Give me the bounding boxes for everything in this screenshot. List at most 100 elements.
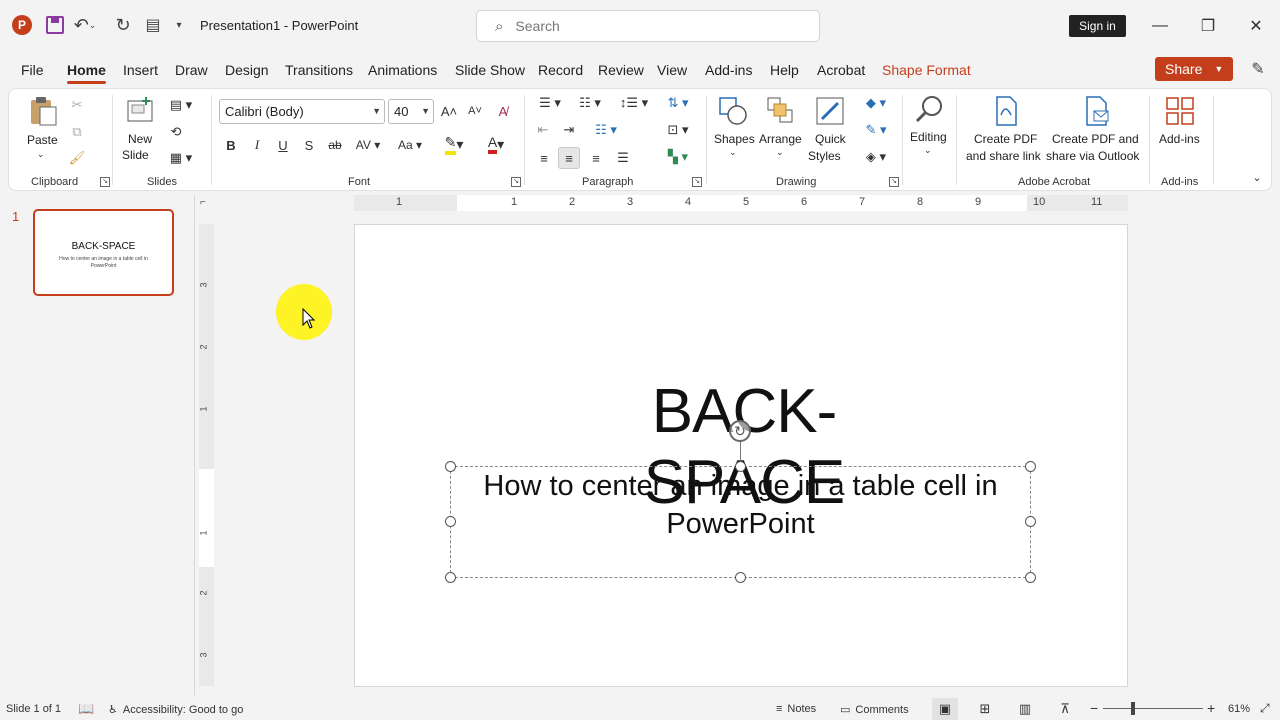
- tab-shape-format[interactable]: Shape Format: [882, 62, 971, 78]
- copy-icon[interactable]: ⧉: [67, 122, 87, 142]
- bullets-icon[interactable]: ☰ ▾: [533, 93, 567, 113]
- dialog-launcher-icon[interactable]: ↘: [692, 177, 702, 187]
- new-slide-icon[interactable]: [124, 95, 156, 127]
- resize-handle-bottom-left[interactable]: [445, 572, 456, 583]
- present-from-beginning-icon[interactable]: ▤: [142, 14, 164, 36]
- fit-to-window-icon[interactable]: ⤢: [1260, 701, 1270, 716]
- resize-handle-top-left[interactable]: [445, 461, 456, 472]
- slide-show-icon[interactable]: ⊼: [1052, 698, 1078, 720]
- tab-help[interactable]: Help: [770, 62, 799, 78]
- resize-handle-bottom[interactable]: [735, 572, 746, 583]
- slide-thumbnail[interactable]: BACK-SPACE How to center an image in a t…: [33, 209, 174, 296]
- underline-icon[interactable]: U: [273, 135, 293, 155]
- spelling-check-icon[interactable]: 📖: [78, 701, 94, 717]
- resize-handle-top[interactable]: [735, 461, 746, 472]
- dialog-launcher-icon[interactable]: ↘: [100, 177, 110, 187]
- text-shadow-icon[interactable]: S: [299, 135, 319, 155]
- resize-handle-bottom-right[interactable]: [1025, 572, 1036, 583]
- convert-to-smartart-icon[interactable]: ▚ ▾: [661, 147, 695, 167]
- highlight-color-icon[interactable]: ✎ ▾: [437, 133, 471, 155]
- customize-qat-icon[interactable]: ▾: [172, 16, 186, 34]
- notes-button[interactable]: ≡ Notes: [776, 703, 816, 715]
- tab-draw[interactable]: Draw: [175, 62, 208, 78]
- dialog-launcher-icon[interactable]: ↘: [889, 177, 899, 187]
- columns-icon[interactable]: ☷ ▾: [589, 120, 623, 140]
- vertical-ruler[interactable]: 3 2 1 1 2 3: [199, 224, 214, 686]
- pane-divider[interactable]: [194, 195, 195, 695]
- undo-icon[interactable]: ↶ ⌄: [74, 14, 97, 36]
- change-case-icon[interactable]: Aa ▾: [393, 135, 427, 155]
- font-size-select[interactable]: 40 ▼: [388, 99, 434, 124]
- strikethrough-icon[interactable]: ab: [325, 135, 345, 155]
- reset-icon[interactable]: ⟲: [166, 122, 186, 142]
- tab-animations[interactable]: Animations: [368, 62, 437, 78]
- restore-icon[interactable]: ❐: [1193, 12, 1223, 40]
- rotate-handle-icon[interactable]: ↻: [729, 420, 751, 442]
- align-text-icon[interactable]: ⊡ ▾: [661, 120, 695, 140]
- line-spacing-icon[interactable]: ↕☰ ▾: [617, 93, 651, 113]
- tab-view[interactable]: View: [657, 62, 687, 78]
- align-right-icon[interactable]: ≡: [585, 147, 607, 169]
- tab-file[interactable]: File: [21, 62, 44, 78]
- text-direction-icon[interactable]: ⇅ ▾: [661, 93, 695, 113]
- zoom-slider[interactable]: [1103, 708, 1203, 709]
- chevron-down-icon[interactable]: ⌄: [924, 145, 932, 156]
- cut-icon[interactable]: ✂: [67, 95, 87, 115]
- slide-counter[interactable]: Slide 1 of 1: [6, 703, 61, 715]
- tab-home[interactable]: Home: [67, 62, 106, 84]
- section-icon[interactable]: ▦ ▾: [166, 148, 196, 168]
- quick-styles-icon[interactable]: [814, 95, 846, 127]
- redo-icon[interactable]: ↻: [112, 14, 134, 36]
- italic-icon[interactable]: I: [247, 135, 267, 155]
- decrease-indent-icon[interactable]: ⇤: [533, 120, 553, 140]
- align-left-icon[interactable]: ≡: [533, 147, 555, 169]
- zoom-in-icon[interactable]: +: [1207, 700, 1215, 716]
- arrange-icon[interactable]: [765, 95, 797, 127]
- save-icon[interactable]: [46, 16, 64, 34]
- normal-view-icon[interactable]: ▣: [932, 698, 958, 720]
- find-icon[interactable]: [913, 93, 945, 125]
- accessibility-status[interactable]: ♿ Accessibility: Good to go: [108, 703, 243, 717]
- dialog-launcher-icon[interactable]: ↘: [511, 177, 521, 187]
- horizontal-ruler[interactable]: 1 1 2 3 4 5 6 7 8 9 10 11: [354, 195, 1128, 211]
- clear-formatting-icon[interactable]: A̸: [493, 101, 513, 121]
- comments-button[interactable]: ▭ Comments: [840, 703, 909, 717]
- collapse-ribbon-icon[interactable]: ⌄: [1249, 169, 1265, 185]
- increase-font-size-icon[interactable]: A˄: [439, 101, 459, 121]
- increase-indent-icon[interactable]: ⇥: [559, 120, 579, 140]
- tab-record[interactable]: Record: [538, 62, 583, 78]
- chevron-down-icon[interactable]: ⌄: [776, 147, 784, 158]
- zoom-slider-thumb[interactable]: [1131, 702, 1135, 715]
- sign-in-button[interactable]: Sign in: [1069, 15, 1126, 37]
- zoom-out-icon[interactable]: −: [1090, 700, 1098, 716]
- shape-effects-icon[interactable]: ◈ ▾: [861, 147, 891, 167]
- shape-outline-icon[interactable]: ✎ ▾: [861, 120, 891, 140]
- create-pdf-share-link-icon[interactable]: [990, 95, 1022, 127]
- paste-icon[interactable]: [27, 95, 59, 127]
- zoom-level[interactable]: 61%: [1228, 703, 1250, 715]
- chevron-down-icon[interactable]: ⌄: [37, 149, 45, 160]
- slide-sorter-icon[interactable]: ⊞: [972, 698, 998, 720]
- shape-fill-icon[interactable]: ◆ ▾: [861, 93, 891, 113]
- resize-handle-right[interactable]: [1025, 516, 1036, 527]
- shapes-icon[interactable]: [717, 95, 749, 127]
- numbering-icon[interactable]: ☷ ▾: [573, 93, 607, 113]
- create-pdf-outlook-icon[interactable]: [1080, 95, 1112, 127]
- font-name-select[interactable]: Calibri (Body) ▼: [219, 99, 385, 124]
- slide-subtitle[interactable]: How to center an image in a table cell i…: [450, 467, 1031, 543]
- tab-insert[interactable]: Insert: [123, 62, 158, 78]
- font-color-icon[interactable]: A ▾: [479, 133, 513, 155]
- resize-handle-left[interactable]: [445, 516, 456, 527]
- comments-icon[interactable]: ✎: [1247, 58, 1269, 80]
- tab-design[interactable]: Design: [225, 62, 269, 78]
- character-spacing-icon[interactable]: AV ▾: [351, 135, 385, 155]
- tab-review[interactable]: Review: [598, 62, 644, 78]
- bold-icon[interactable]: B: [221, 135, 241, 155]
- chevron-down-icon[interactable]: ⌄: [729, 147, 737, 158]
- reading-view-icon[interactable]: ▥: [1012, 698, 1038, 720]
- tab-transitions[interactable]: Transitions: [285, 62, 353, 78]
- justify-icon[interactable]: ☰: [612, 147, 634, 169]
- add-ins-icon[interactable]: [1164, 95, 1196, 127]
- minimize-icon[interactable]: —: [1145, 12, 1175, 40]
- search-input[interactable]: ⌕ Search: [476, 10, 820, 42]
